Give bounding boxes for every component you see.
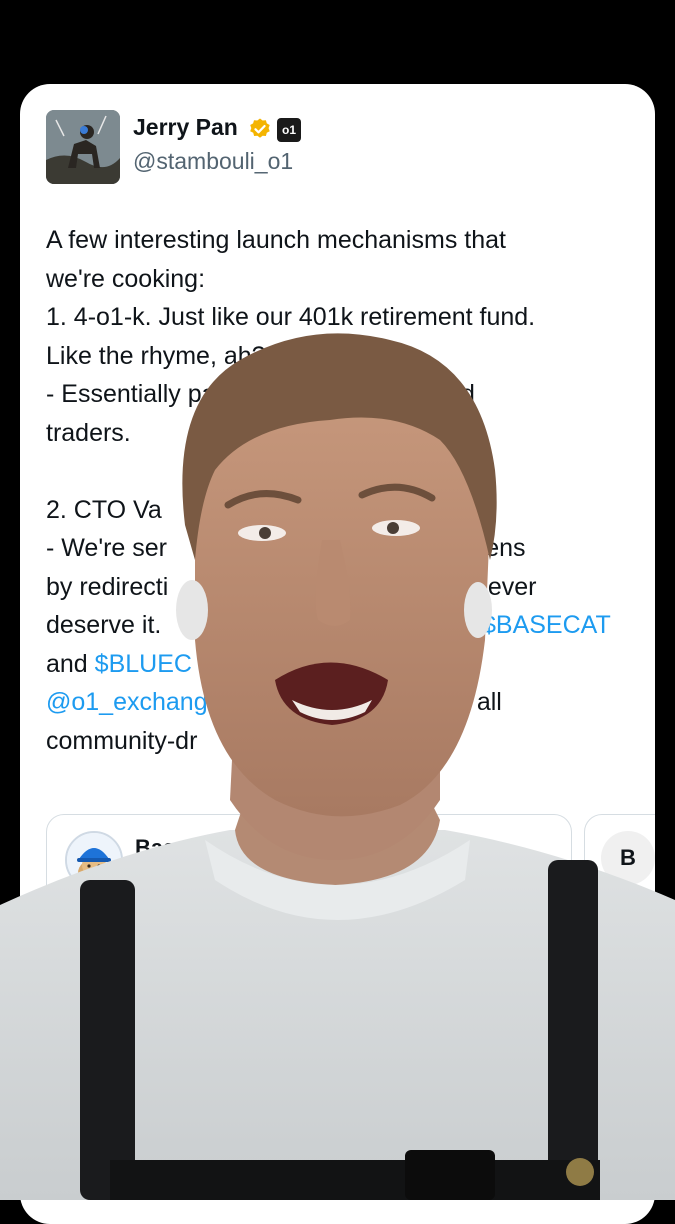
post-text-span: - We're ser: [46, 534, 167, 562]
post-text-span: 1. 4-o1-k. Just like our 401k retirement…: [46, 303, 536, 331]
quote-card[interactable]: Bas: [46, 814, 572, 966]
author-name[interactable]: Jerry Pan: [133, 114, 238, 141]
post-text-link[interactable]: @o1_exchang: [46, 688, 208, 716]
post-text-line: we're cooking:: [46, 265, 636, 294]
post-text-span: we're cooking:: [46, 264, 206, 293]
post-text-span: deserve it.: [46, 611, 162, 639]
author-avatar[interactable]: [46, 110, 120, 184]
post-text-link[interactable]: $BLUEC: [95, 650, 192, 678]
quote-avatar-secondary: B: [601, 831, 655, 885]
author-handle[interactable]: @stambouli_o1: [133, 148, 293, 175]
post-text-line: traders.: [46, 419, 636, 448]
affiliate-badge-icon: o1: [277, 118, 301, 142]
post-text-line: deserve it. $BASECAT: [46, 611, 636, 640]
post-text-span: lers and: [386, 380, 475, 408]
verified-badge-icon: [250, 118, 270, 138]
post-text-line: A few interesting launch mechanisms that: [46, 226, 636, 255]
post-text-span: e all: [456, 688, 502, 716]
post-text-line: community-dr: [46, 727, 636, 756]
quote-avatar: [65, 831, 123, 889]
post-text-span: community-dr: [46, 726, 198, 755]
post-text-span: Like the rhyme, ah?: [46, 341, 266, 370]
post-text-line: by redirecti whoever: [46, 573, 636, 602]
post-text-line: 1. 4-o1-k. Just like our 401k retirement…: [46, 303, 636, 332]
post-text-line: @o1_exchang e all: [46, 688, 636, 717]
post-text-span: and: [46, 649, 95, 678]
author-avatar-image: [46, 110, 120, 184]
post-text-span: whoever: [442, 572, 537, 601]
post-text-span: A few interesting launch mechanisms that: [46, 226, 506, 254]
post-text-span: by redirecti: [46, 572, 169, 601]
quote-name[interactable]: Bas: [135, 835, 175, 861]
post-text-line: 2. CTO Va: [46, 496, 636, 525]
post-text-line: - Essentially pa lers and: [46, 380, 636, 409]
post-text-span: - Essentially pa: [46, 380, 216, 408]
quote-card-secondary[interactable]: B: [584, 814, 655, 966]
post-text-span: traders.: [46, 418, 131, 447]
post-text-line: - We're ser nity tokens: [46, 534, 636, 563]
post-text-link[interactable]: $BASECAT: [482, 611, 611, 640]
post-text-span: 2. CTO Va: [46, 495, 162, 524]
cat-hardhat-avatar-image: [67, 833, 121, 887]
post-text-span: nity tokens: [406, 534, 526, 562]
post-card[interactable]: Jerry Pan o1 @stambouli_o1 A few interes…: [20, 84, 655, 1224]
post-text-line: Like the rhyme, ah?: [46, 342, 636, 371]
post-text-line: and $BLUEC: [46, 650, 636, 679]
